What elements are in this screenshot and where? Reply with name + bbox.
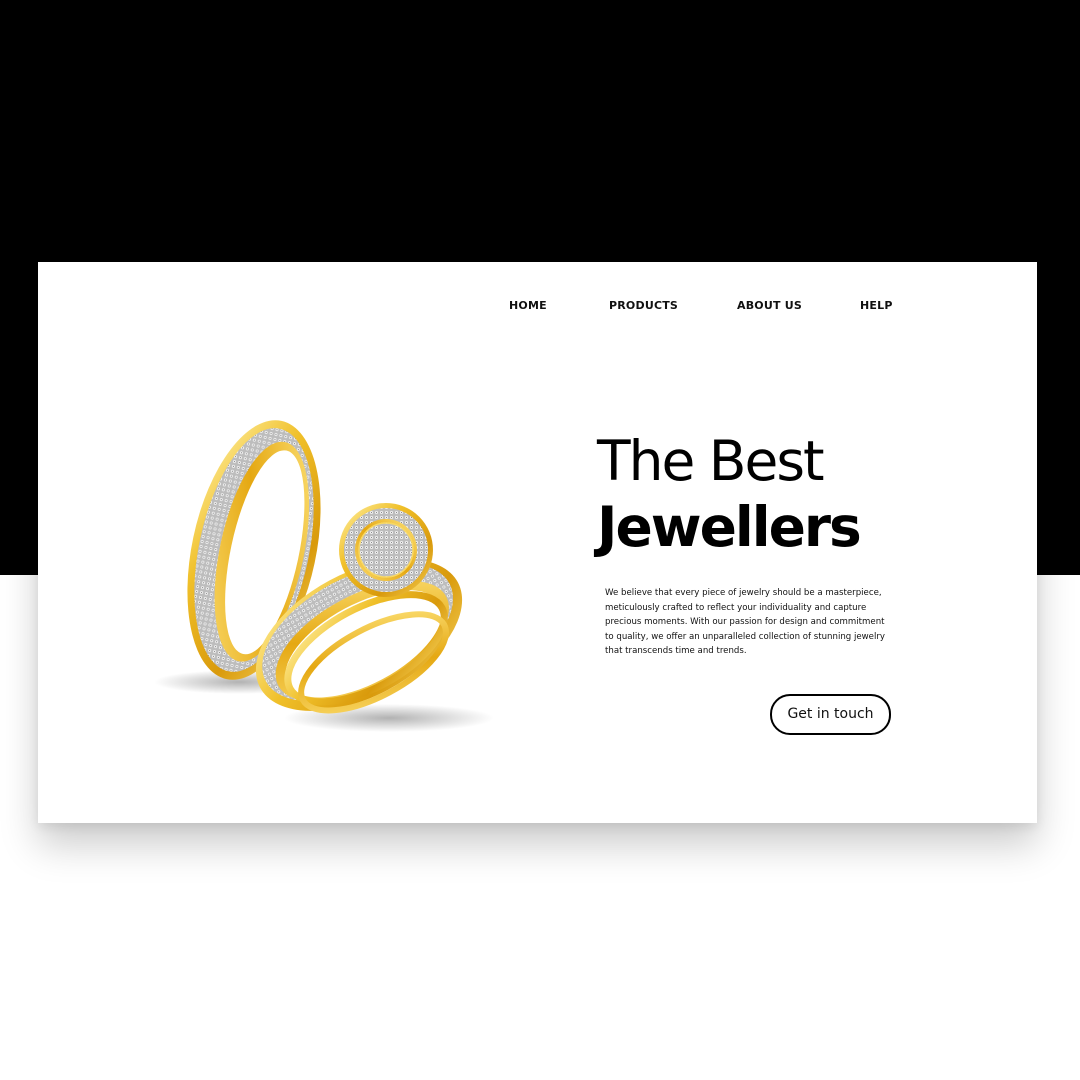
wedding-rings-image [154,420,494,732]
nav-about-us[interactable]: ABOUT US [737,299,802,312]
hero-title-line1: The Best [597,429,825,493]
get-in-touch-button[interactable]: Get in touch [770,694,891,735]
hero-title: The Best Jewellers [597,428,862,560]
hero-title-line2: Jewellers [597,495,862,559]
main-nav: HOME PRODUCTS ABOUT US HELP [38,299,1037,315]
hero-description: We believe that every piece of jewelry s… [605,588,885,657]
landing-card: HOME PRODUCTS ABOUT US HELP The Best Jew… [38,262,1037,823]
nav-products[interactable]: PRODUCTS [609,299,678,312]
nav-help[interactable]: HELP [860,299,893,312]
nav-home[interactable]: HOME [509,299,547,312]
